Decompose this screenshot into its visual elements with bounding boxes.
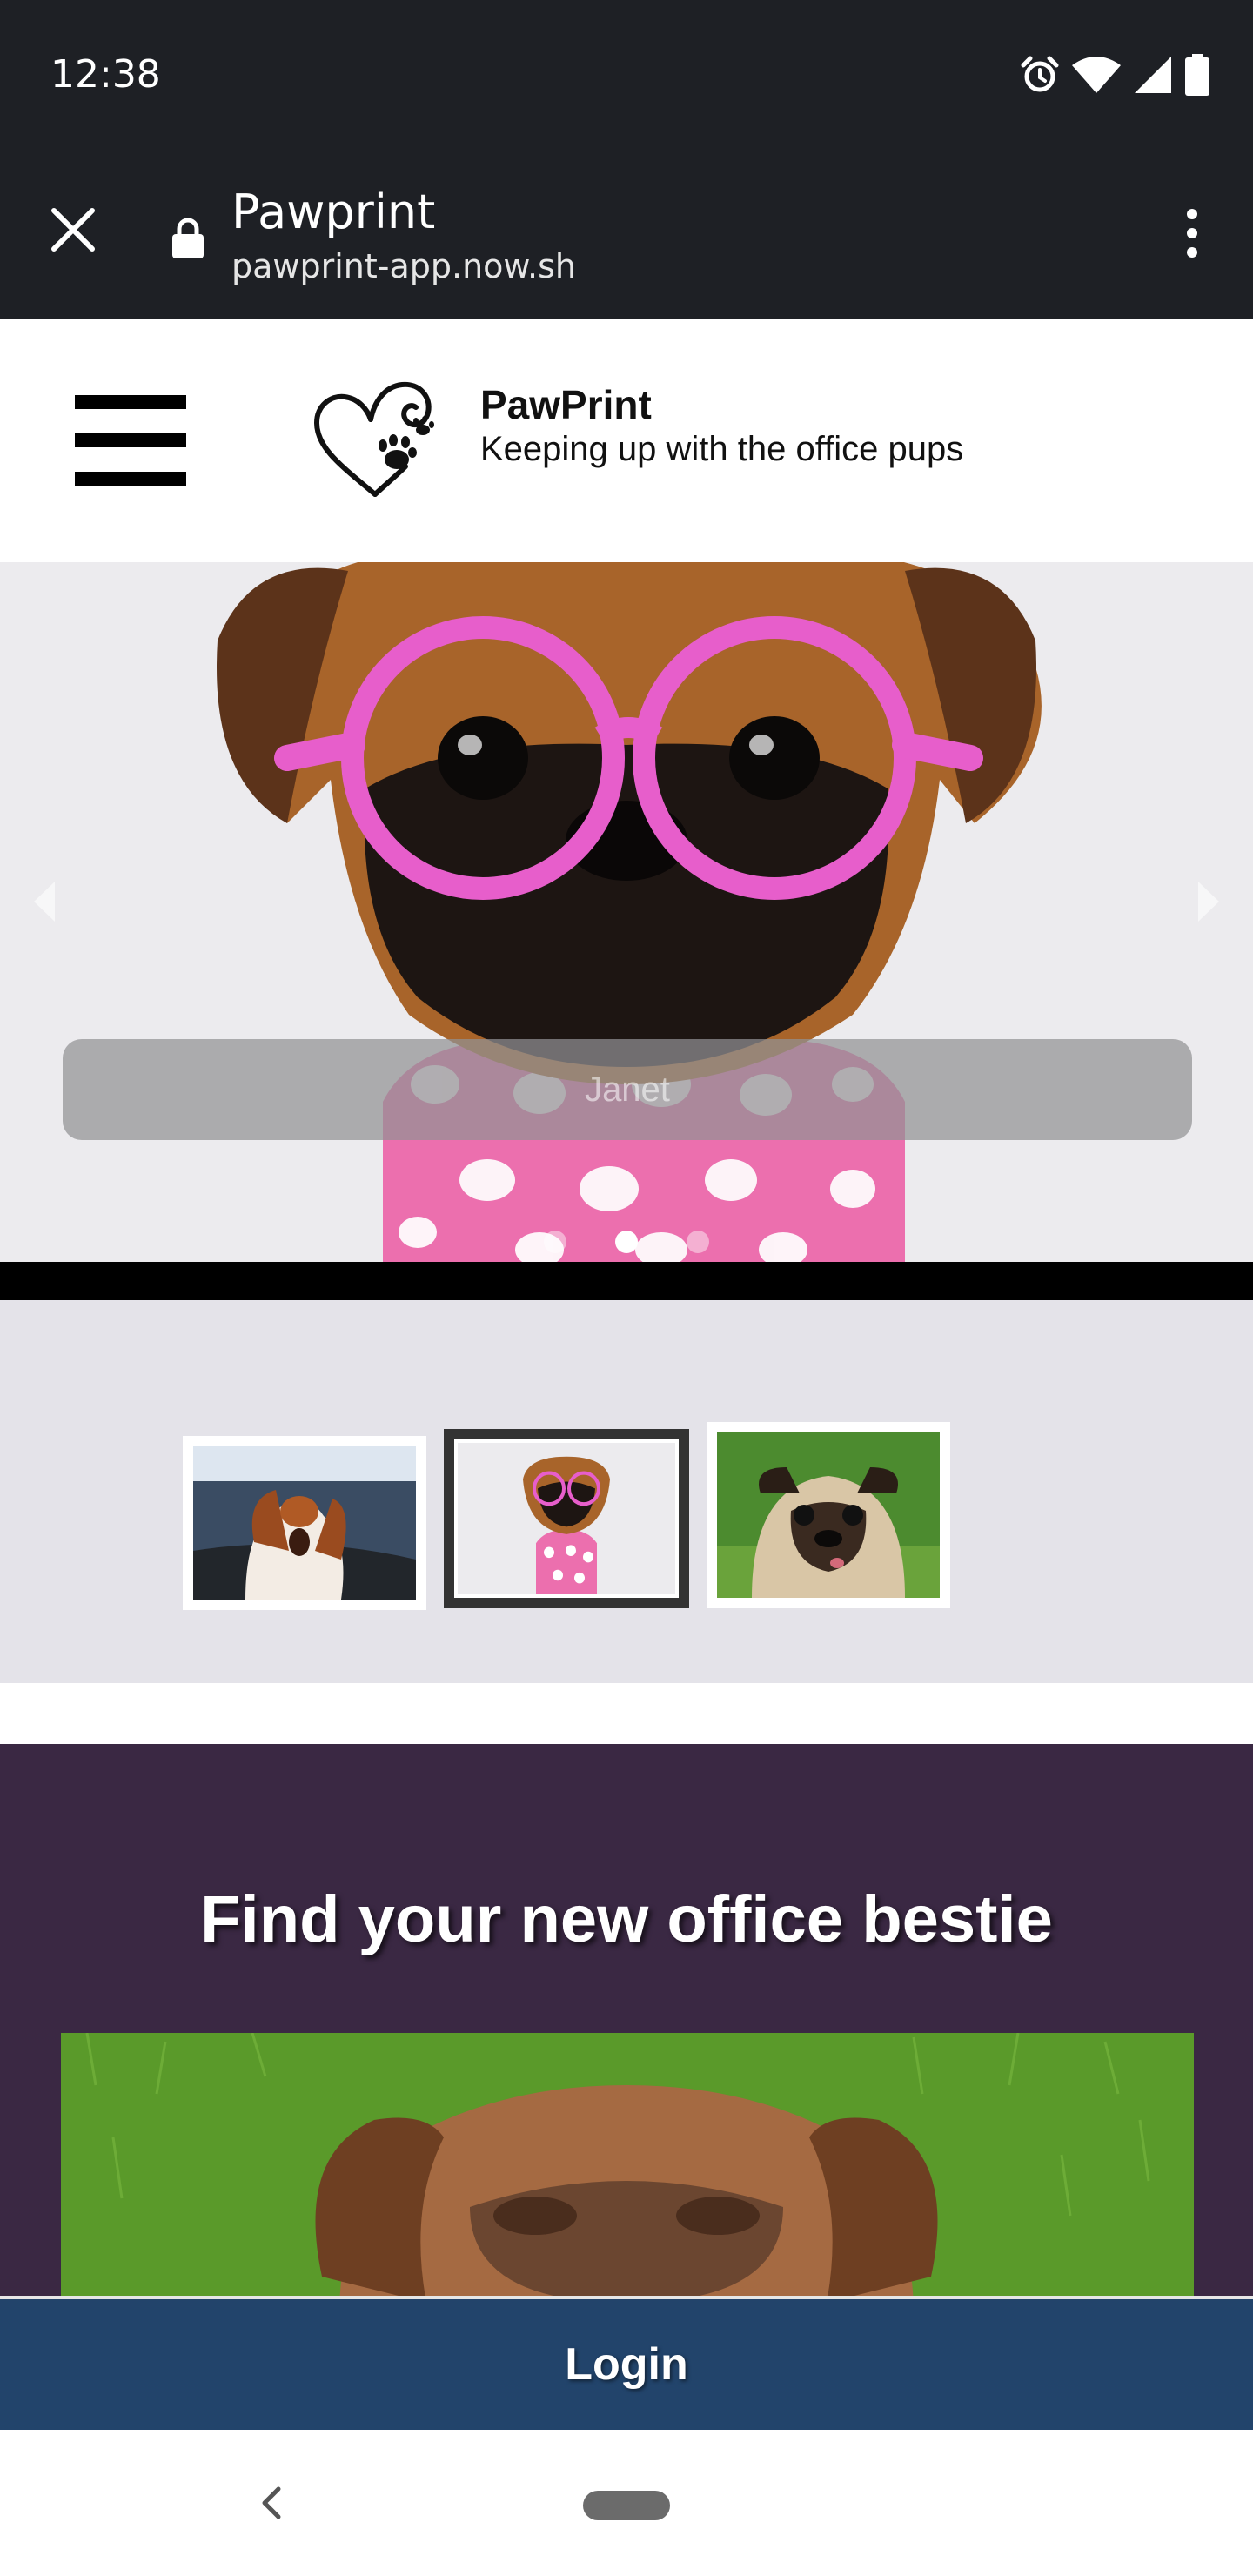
carousel-bottom-strip [0,1262,1253,1300]
browser-toolbar: Pawprint pawprint-app.now.sh [0,150,1253,319]
close-tab-button[interactable] [44,200,103,259]
brand-name: PawPrint [480,382,652,427]
thumbnail-image [458,1443,675,1594]
carousel-caption: Janet [63,1039,1192,1140]
battery-icon [1185,54,1209,96]
carousel-prev-button[interactable] [17,849,70,954]
back-icon[interactable] [252,2477,287,2529]
close-icon [51,208,95,252]
signal-icon [1135,57,1171,93]
chevron-right-icon [1198,882,1219,922]
thumbnail-janet[interactable] [444,1429,689,1608]
carousel-indicator[interactable] [687,1231,709,1253]
carousel-image-janet [0,562,1253,1262]
carousel-next-button[interactable] [1183,849,1236,954]
alarm-icon [1021,56,1059,92]
system-nav-bar [0,2430,1253,2576]
home-pill[interactable] [583,2491,670,2520]
login-label: Login [565,2339,688,2390]
hamburger-line [75,395,186,409]
menu-dot [1187,228,1197,238]
chevron-left-icon [34,882,55,922]
promo-dog-image [61,2033,1194,2298]
promo-title: Find your new office bestie [200,1882,1053,1956]
hamburger-menu-icon[interactable] [75,395,186,486]
brand-tagline: Keeping up with the office pups [480,430,964,468]
hamburger-line [75,433,186,447]
menu-dot [1187,209,1197,219]
heart-paw-logo[interactable] [310,372,440,503]
wifi-icon [1072,57,1121,93]
status-time: 12:38 [50,52,161,97]
site-header: PawPrint Keeping up with the office pups [0,319,1253,562]
carousel-indicator-active[interactable] [615,1231,638,1253]
thumbnail-strip [0,1300,1253,1683]
thumbnail-pug[interactable] [707,1422,950,1608]
page-title: Pawprint [231,184,436,239]
thumbnail-image [717,1432,940,1598]
lock-icon [172,218,204,258]
thumbnail-image [193,1446,416,1600]
status-bar: 12:38 [0,0,1253,150]
promo-section: Find your new office bestie [0,1744,1253,2298]
carousel-indicator[interactable] [544,1231,566,1253]
hamburger-line [75,472,186,486]
carousel-caption-text: Janet [585,1070,670,1109]
promo-image [61,2033,1194,2298]
status-icons [1020,54,1209,96]
more-vert-icon[interactable] [1166,202,1218,265]
thumbnail-basset-hound[interactable] [183,1436,426,1610]
page-url[interactable]: pawprint-app.now.sh [231,247,576,285]
menu-dot [1187,247,1197,258]
carousel-indicators [0,1231,1253,1253]
login-button[interactable]: Login [0,2296,1253,2430]
dog-carousel[interactable]: Janet [0,562,1253,1262]
